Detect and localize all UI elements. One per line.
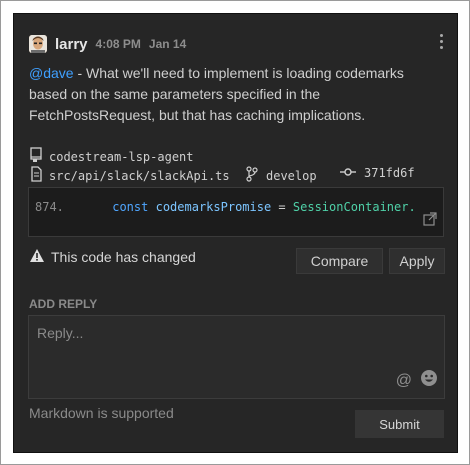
reply-placeholder: Reply...	[37, 325, 84, 341]
code-changed-notice: This code has changed	[29, 248, 196, 266]
line-number: 874.	[35, 200, 64, 214]
code-operator: =	[278, 200, 286, 214]
post-date: Jan 14	[148, 37, 187, 51]
file-icon	[29, 166, 49, 185]
commit-info: 371fd6f	[340, 166, 415, 180]
repo-name: codestream-lsp-agent	[49, 149, 194, 164]
branch-name: develop	[266, 168, 317, 183]
post-time: 4:08 PM	[95, 37, 141, 51]
emoji-icon[interactable]	[420, 369, 438, 392]
branch-info: develop	[246, 166, 317, 185]
code-changed-text: This code has changed	[51, 249, 196, 265]
author-name[interactable]: larry	[55, 36, 88, 53]
codemark-panel: larry 4:08 PM Jan 14 @dave - What we'll …	[13, 13, 458, 453]
window-frame: larry 4:08 PM Jan 14 @dave - What we'll …	[0, 0, 470, 465]
more-options-icon[interactable]	[439, 34, 445, 50]
reply-tools: @	[396, 369, 438, 392]
file-row: src/api/slack/slackApi.ts	[29, 166, 230, 185]
avatar[interactable]	[29, 35, 47, 53]
open-in-editor-icon[interactable]	[423, 212, 437, 231]
git-commit-icon	[340, 166, 364, 180]
file-path[interactable]: src/api/slack/slackApi.ts	[49, 169, 230, 183]
mention-icon[interactable]: @	[396, 372, 412, 390]
warning-icon	[29, 248, 51, 266]
post-body: @dave - What we'll need to implement is …	[29, 63, 439, 126]
code-class-name: SessionContainer.	[292, 200, 416, 214]
apply-button[interactable]: Apply	[389, 248, 445, 274]
post-text: - What we'll need to implement is loadin…	[29, 65, 404, 123]
commit-hash: 371fd6f	[364, 166, 415, 180]
code-snippet: 874. const codemarksPromise = SessionCon…	[28, 187, 444, 237]
repo-row: codestream-lsp-agent	[29, 147, 194, 166]
markdown-hint: Markdown is supported	[29, 405, 174, 421]
repo-icon	[29, 147, 49, 166]
add-reply-label: ADD REPLY	[29, 297, 98, 311]
compare-button[interactable]: Compare	[296, 248, 383, 274]
code-line: 874. const codemarksPromise = SessionCon…	[35, 200, 416, 214]
user-mention[interactable]: @dave	[29, 65, 74, 81]
reply-input[interactable]: Reply... @	[28, 315, 445, 399]
post-header: larry 4:08 PM Jan 14	[29, 34, 194, 54]
code-keyword: const	[112, 200, 149, 214]
code-identifier: codemarksPromise	[155, 200, 272, 214]
submit-button[interactable]: Submit	[355, 410, 444, 438]
git-branch-icon	[246, 166, 266, 185]
